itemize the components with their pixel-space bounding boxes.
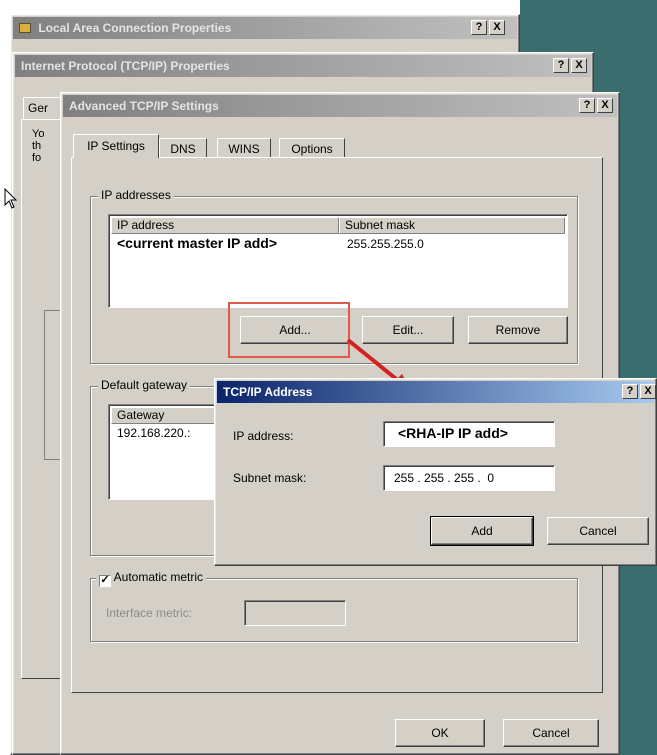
advanced-title: Advanced TCP/IP Settings [69, 99, 219, 113]
help-button[interactable]: ? [471, 20, 487, 35]
automatic-metric-option[interactable]: ✓ Automatic metric [96, 570, 207, 587]
help-button[interactable]: ? [579, 98, 595, 113]
partial-text-1: Yo [32, 128, 45, 140]
ip-address-label: IP address: [233, 429, 294, 443]
cancel-address-button[interactable]: Cancel [547, 517, 649, 545]
subnet-mask-label: Subnet mask: [233, 471, 307, 485]
close-button[interactable]: X [640, 384, 656, 399]
tab-dns[interactable]: DNS [159, 138, 207, 158]
default-gateway-label: Default gateway [98, 378, 191, 392]
subnet-mask-field[interactable]: 255 . 255 . 255 . 0 [383, 465, 555, 491]
lan-title: Local Area Connection Properties [38, 21, 232, 35]
close-button[interactable]: X [571, 58, 587, 73]
close-button[interactable]: X [489, 20, 505, 35]
tcpip-title-bar[interactable]: Internet Protocol (TCP/IP) Properties [15, 55, 591, 77]
tab-ip-settings[interactable]: IP Settings [73, 134, 159, 158]
tab-options[interactable]: Options [279, 138, 345, 158]
help-button[interactable]: ? [622, 384, 638, 399]
tcpip-address-title-bar[interactable]: TCP/IP Address [217, 381, 654, 403]
lan-title-bar[interactable]: Local Area Connection Properties [13, 17, 517, 39]
interface-metric-field[interactable] [244, 600, 346, 626]
close-button[interactable]: X [597, 98, 613, 113]
tcpip-address-dialog: TCP/IP Address ? X IP address: <RHA-IP I… [214, 378, 657, 566]
cancel-button[interactable]: Cancel [503, 719, 599, 747]
network-icon [19, 23, 31, 33]
tab-general-label: Ger [28, 101, 49, 115]
remove-ip-button[interactable]: Remove [468, 316, 568, 344]
advanced-title-bar[interactable]: Advanced TCP/IP Settings [63, 95, 617, 117]
help-button[interactable]: ? [553, 58, 569, 73]
column-header-ip[interactable]: IP address [111, 217, 339, 234]
ip-address-field[interactable]: <RHA-IP IP add> [383, 421, 555, 447]
automatic-metric-label: Automatic metric [113, 570, 204, 584]
tab-dns-label: DNS [170, 142, 196, 156]
automatic-metric-checkbox[interactable]: ✓ [99, 575, 111, 587]
add-address-button[interactable]: Add [430, 516, 534, 546]
interface-metric-label: Interface metric: [106, 606, 193, 620]
partial-text-2: th [32, 140, 42, 152]
tcpip-address-title: TCP/IP Address [223, 385, 313, 399]
column-header-subnet[interactable]: Subnet mask [339, 217, 565, 234]
ip-address-list[interactable]: IP address Subnet mask <current master I… [108, 214, 568, 308]
mouse-cursor-icon [4, 188, 18, 209]
ip-address-cell: <current master IP add> [117, 235, 278, 251]
tab-ip-settings-label: IP Settings [87, 139, 145, 153]
ip-addresses-label: IP addresses [98, 188, 174, 202]
subnet-mask-cell: 255.255.255.0 [347, 237, 424, 251]
partial-text-3: fo [32, 152, 42, 164]
tab-options-label: Options [291, 142, 333, 156]
tab-wins-label: WINS [228, 142, 260, 156]
column-header-gateway[interactable]: Gateway [111, 407, 221, 424]
table-row[interactable]: <current master IP add> 255.255.255.0 [111, 234, 565, 254]
tcpip-title: Internet Protocol (TCP/IP) Properties [21, 59, 230, 73]
highlight-box [228, 302, 350, 358]
ok-button[interactable]: OK [395, 719, 485, 747]
gateway-cell[interactable]: 192.168.220.: [117, 426, 190, 440]
tab-wins[interactable]: WINS [217, 138, 271, 158]
